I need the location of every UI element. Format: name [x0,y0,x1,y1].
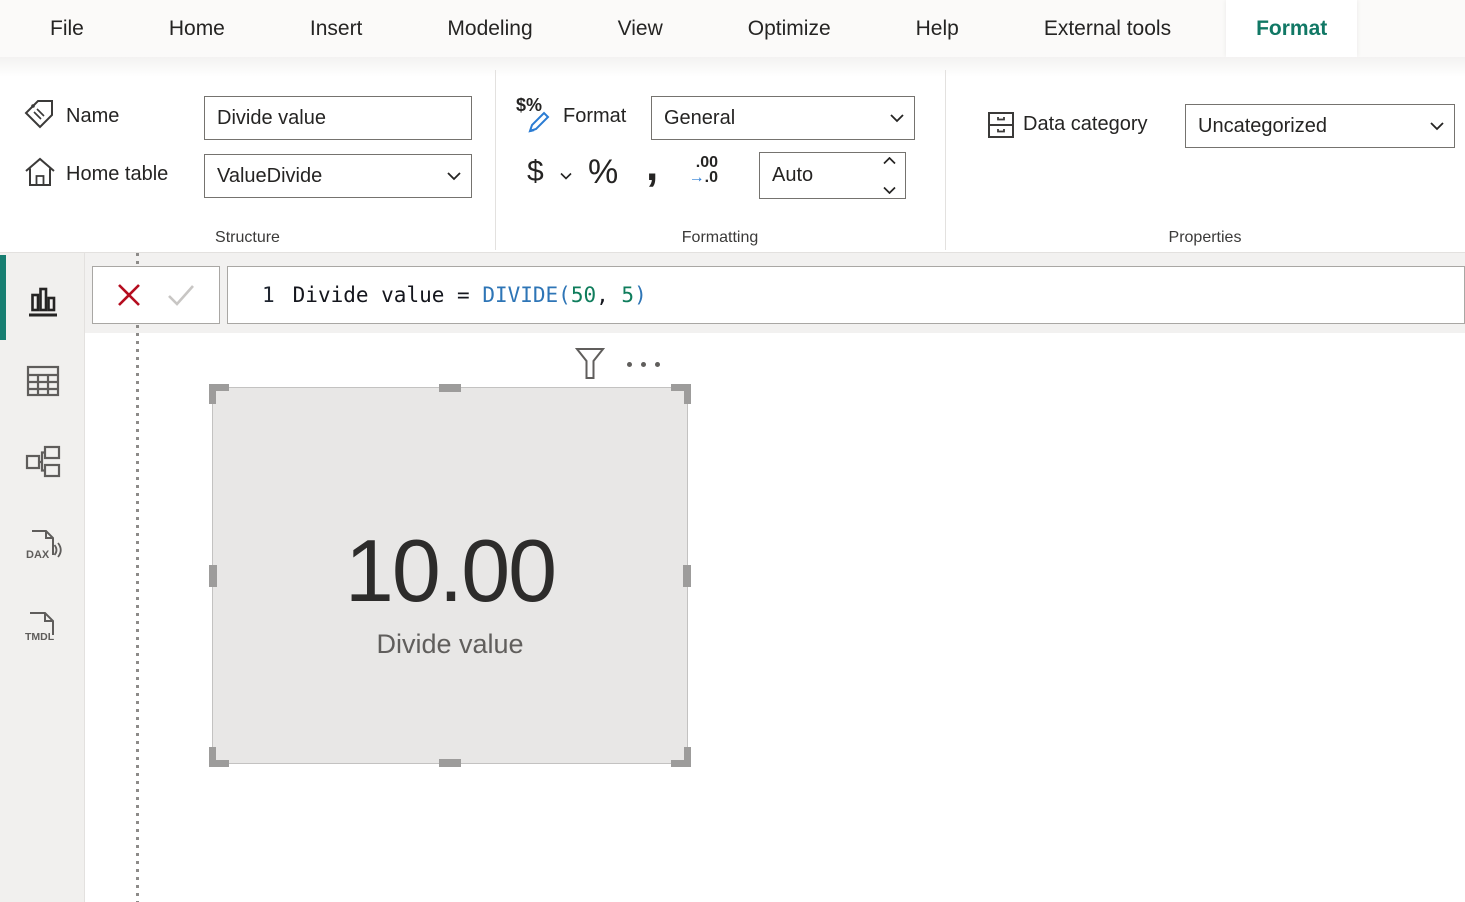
table-view-icon [24,362,62,400]
data-category-label: Data category [1023,113,1148,136]
format-icon: $% [516,95,558,135]
formula-token: 5 [621,283,634,307]
home-table-select[interactable]: ValueDivide [204,154,472,198]
formula-token: 50 [571,283,596,307]
tmdl-view-icon: TMDL [22,607,64,649]
format-select[interactable]: General [651,96,915,140]
resize-handle[interactable] [439,384,461,392]
sidebar-item-report-view[interactable] [0,271,85,331]
card-label: Divide value [376,629,523,660]
card-visual[interactable]: 10.00 Divide value [212,387,688,764]
formula-input[interactable]: 1 Divide value = DIVIDE(50, 5) [227,266,1465,324]
canvas-guide-line [136,253,139,902]
card-value: 10.00 [345,527,555,615]
structure-group-label: Structure [0,229,495,247]
currency-chevron-icon[interactable] [560,172,572,180]
commit-formula-icon[interactable] [166,283,196,307]
resize-handle[interactable] [209,384,229,404]
sidebar-item-dax-query-view[interactable]: DAX [0,516,85,576]
tab-insert[interactable]: Insert [310,0,363,57]
ribbon-separator [945,70,946,250]
decimal-places-spinner[interactable]: Auto [759,152,906,199]
properties-group-label: Properties [945,229,1465,247]
home-table-value: ValueDivide [217,165,322,188]
data-category-value: Uncategorized [1198,115,1327,138]
formula-token: ) [634,283,647,307]
sidebar-item-model-view[interactable] [0,433,85,493]
filter-icon[interactable] [575,347,605,381]
currency-format-button[interactable]: $ [527,155,544,189]
data-category-icon [986,110,1016,140]
menu-bar: File Home Insert Modeling View Optimize … [0,0,1465,57]
powerbi-window: File Home Insert Modeling View Optimize … [0,0,1465,902]
tab-optimize[interactable]: Optimize [748,0,831,57]
formula-token: DIVIDE( [482,283,571,307]
resize-handle[interactable] [671,384,691,404]
decimal-places-value: Auto [772,164,813,187]
comma-format-button[interactable]: , [646,141,658,191]
ribbon: Name Divide value Home table ValueDivide… [0,57,1465,253]
tab-external-tools[interactable]: External tools [1044,0,1171,57]
more-options-icon[interactable] [627,362,660,367]
model-view-icon [23,443,63,483]
resize-handle[interactable] [209,747,229,767]
chevron-down-icon [1430,122,1444,131]
tab-help[interactable]: Help [916,0,959,57]
chevron-down-icon [890,114,904,123]
spinner-down-icon[interactable] [883,186,896,194]
tag-icon [24,97,56,129]
format-label: Format [563,105,626,128]
svg-text:DAX: DAX [26,549,50,561]
percent-format-button[interactable]: % [588,153,618,192]
chevron-down-icon [447,172,461,181]
home-table-label: Home table [66,163,168,186]
measure-name-input[interactable]: Divide value [204,96,472,140]
ribbon-separator [495,70,496,250]
visual-header-toolbar [575,344,685,384]
decimal-places-icon[interactable]: .00 →.0 [676,155,718,185]
home-icon [23,156,57,188]
resize-handle[interactable] [683,565,691,587]
sidebar-item-tmdl-view[interactable]: TMDL [0,598,85,658]
formula-actions [92,266,220,324]
tab-file[interactable]: File [50,0,84,57]
dax-query-view-icon: DAX [22,525,64,567]
tab-format[interactable]: Format [1226,0,1357,57]
view-switcher-sidebar: DAX TMDL [0,253,85,902]
data-category-select[interactable]: Uncategorized [1185,104,1455,148]
formula-line-number: 1 [262,283,275,307]
format-value: General [664,107,735,130]
formula-token: , [596,283,621,307]
formatting-group-label: Formatting [495,229,945,247]
report-view-icon [24,282,62,320]
formula-token: Divide value = [293,283,483,307]
name-label: Name [66,105,119,128]
tab-view[interactable]: View [618,0,663,57]
tab-home[interactable]: Home [169,0,225,57]
cancel-formula-icon[interactable] [116,282,142,308]
spinner-up-icon[interactable] [883,157,896,165]
resize-handle[interactable] [209,565,217,587]
resize-handle[interactable] [439,759,461,767]
resize-handle[interactable] [671,747,691,767]
svg-text:TMDL: TMDL [25,631,55,643]
sidebar-item-table-view[interactable] [0,351,85,411]
tab-modeling[interactable]: Modeling [447,0,532,57]
